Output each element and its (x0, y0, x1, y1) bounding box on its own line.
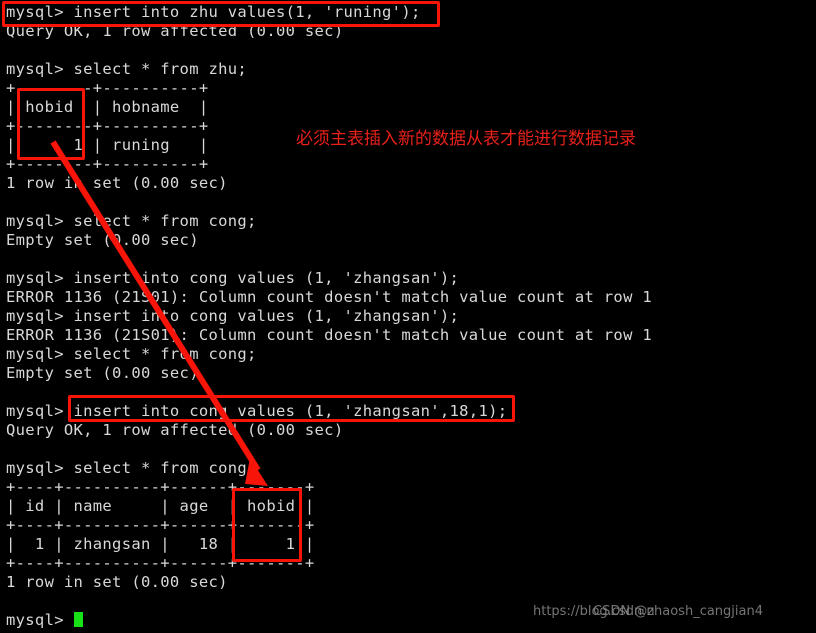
annotation-note: 必须主表插入新的数据从表才能进行数据记录 (296, 129, 636, 149)
prompt-label: mysql> (6, 611, 74, 629)
table-row: | 1 | zhangsan | 18 | 1 | (6, 535, 315, 553)
terminal-window: mysql> insert into zhu values(1, 'runing… (0, 0, 816, 633)
terminal-line: mysql> insert into zhu values(1, 'runing… (6, 3, 421, 21)
cursor-block (73, 612, 83, 627)
table-border-top: +--------+----------+ (6, 79, 209, 97)
terminal-line: mysql> insert into cong values (1, 'zhan… (6, 269, 460, 287)
table-footer: 1 row in set (0.00 sec) (6, 573, 228, 591)
terminal-line: Query OK, 1 row affected (0.00 sec) (6, 421, 344, 439)
terminal-line: mysql> insert into cong values (1, 'zhan… (6, 402, 508, 420)
terminal-line: Empty set (0.00 sec) (6, 231, 199, 249)
terminal-line: mysql> select * from cong; (6, 212, 257, 230)
table-border-top: +----+----------+------+-------+ (6, 478, 315, 496)
table-footer: 1 row in set (0.00 sec) (6, 174, 228, 192)
table-header-row: | id | name | age | hobid | (6, 497, 315, 515)
terminal-line: mysql> select * from cong; (6, 345, 257, 363)
watermark-username: CSDN @zhaosh_cangjian4 (593, 604, 763, 619)
error-line: ERROR 1136 (21S01): Column count doesn't… (6, 326, 652, 344)
table-header-row: | hobid | hobname | (6, 98, 209, 116)
terminal-line: Empty set (0.00 sec) (6, 364, 199, 382)
terminal-line: mysql> insert into cong values (1, 'zhan… (6, 307, 460, 325)
table-border-bottom: +----+----------+------+-------+ (6, 554, 315, 572)
terminal-line: mysql> select * from cong; (6, 459, 257, 477)
terminal-line: Query OK, 1 row affected (0.00 sec) (6, 22, 344, 40)
table-border-bottom: +--------+----------+ (6, 155, 209, 173)
table-border-mid: +----+----------+------+-------+ (6, 516, 315, 534)
terminal-line: mysql> select * from zhu; (6, 60, 248, 78)
error-line: ERROR 1136 (21S01): Column count doesn't… (6, 288, 652, 306)
terminal-output[interactable]: mysql> insert into zhu values(1, 'runing… (0, 0, 816, 633)
